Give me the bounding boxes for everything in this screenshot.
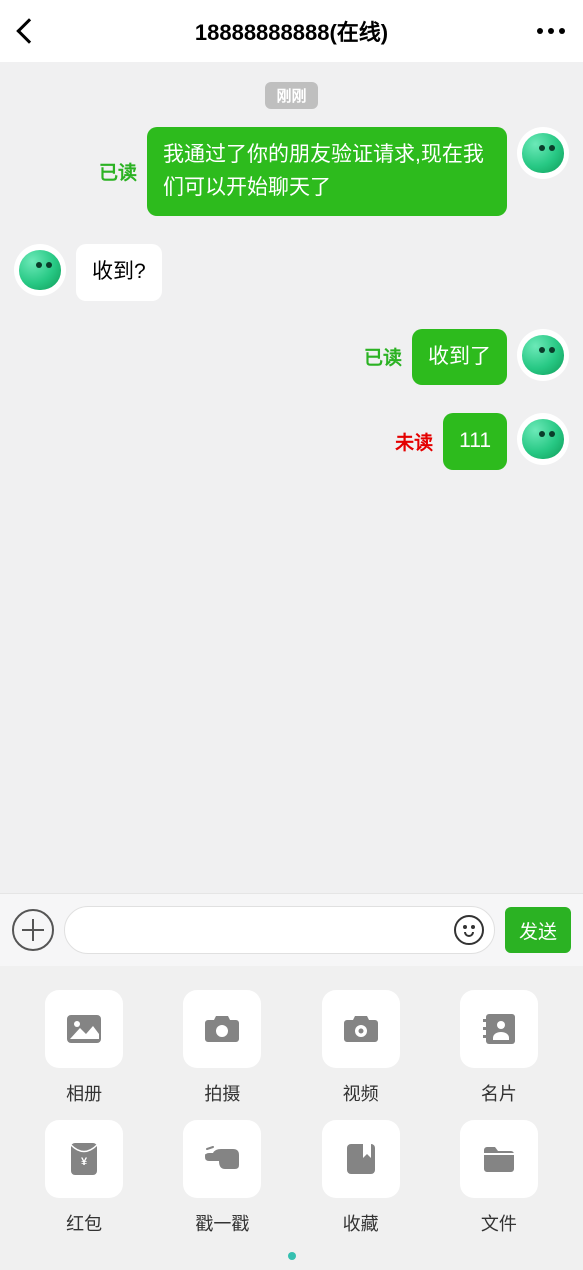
action-label: 文件 (481, 1210, 517, 1236)
avatar-other[interactable] (14, 244, 66, 296)
more-button[interactable] (537, 28, 565, 34)
camera-icon (183, 990, 261, 1068)
header: 18888888888(在线) (0, 0, 583, 62)
input-bar: 发送 (0, 893, 583, 966)
unread-status: 未读 (395, 428, 433, 455)
action-album[interactable]: 相册 (45, 990, 123, 1106)
message-bubble[interactable]: 收到? (76, 244, 162, 301)
action-label: 戳一戳 (195, 1210, 249, 1236)
svg-text:¥: ¥ (81, 1156, 88, 1168)
send-button[interactable]: 发送 (505, 907, 571, 953)
action-panel: 相册 拍摄 视频 名片 ¥ 红包 (0, 966, 583, 1270)
action-label: 红包 (66, 1210, 102, 1236)
video-icon (322, 990, 400, 1068)
message-bubble[interactable]: 我通过了你的朋友验证请求,现在我们可以开始聊天了 (147, 127, 507, 216)
bookmark-icon (322, 1120, 400, 1198)
plus-button[interactable] (12, 909, 54, 951)
chat-scroll[interactable]: 刚刚 已读 我通过了你的朋友验证请求,现在我们可以开始聊天了 收到? 已读 收到… (0, 62, 583, 893)
action-redpacket[interactable]: ¥ 红包 (45, 1120, 123, 1236)
action-label: 相册 (66, 1080, 102, 1106)
message-bubble[interactable]: 111 (443, 413, 507, 470)
read-status: 已读 (364, 343, 402, 370)
message-row: 收到? (14, 244, 569, 301)
card-icon (460, 990, 538, 1068)
chat-title: 18888888888(在线) (195, 15, 388, 47)
message-row: 已读 我通过了你的朋友验证请求,现在我们可以开始聊天了 (14, 127, 569, 216)
folder-icon (460, 1120, 538, 1198)
action-favorite[interactable]: 收藏 (322, 1120, 400, 1236)
timestamp-pill: 刚刚 (265, 82, 317, 109)
redpacket-icon: ¥ (45, 1120, 123, 1198)
back-icon[interactable] (16, 18, 41, 43)
avatar-self[interactable] (517, 329, 569, 381)
action-file[interactable]: 文件 (460, 1120, 538, 1236)
action-poke[interactable]: 戳一戳 (183, 1120, 261, 1236)
action-label: 收藏 (343, 1210, 379, 1236)
message-input[interactable] (64, 906, 495, 954)
action-label: 名片 (481, 1080, 517, 1106)
message-row: 已读 收到了 (14, 329, 569, 386)
text-field[interactable] (81, 907, 454, 953)
action-label: 拍摄 (204, 1080, 240, 1106)
avatar-self[interactable] (517, 127, 569, 179)
message-bubble[interactable]: 收到了 (412, 329, 507, 386)
message-row: 未读 111 (14, 413, 569, 470)
action-label: 视频 (343, 1080, 379, 1106)
poke-icon (183, 1120, 261, 1198)
action-card[interactable]: 名片 (460, 990, 538, 1106)
image-icon (45, 990, 123, 1068)
page-indicator (20, 1252, 563, 1260)
action-video[interactable]: 视频 (322, 990, 400, 1106)
avatar-self[interactable] (517, 413, 569, 465)
read-status: 已读 (99, 158, 137, 185)
emoji-icon[interactable] (454, 915, 484, 945)
action-shoot[interactable]: 拍摄 (183, 990, 261, 1106)
